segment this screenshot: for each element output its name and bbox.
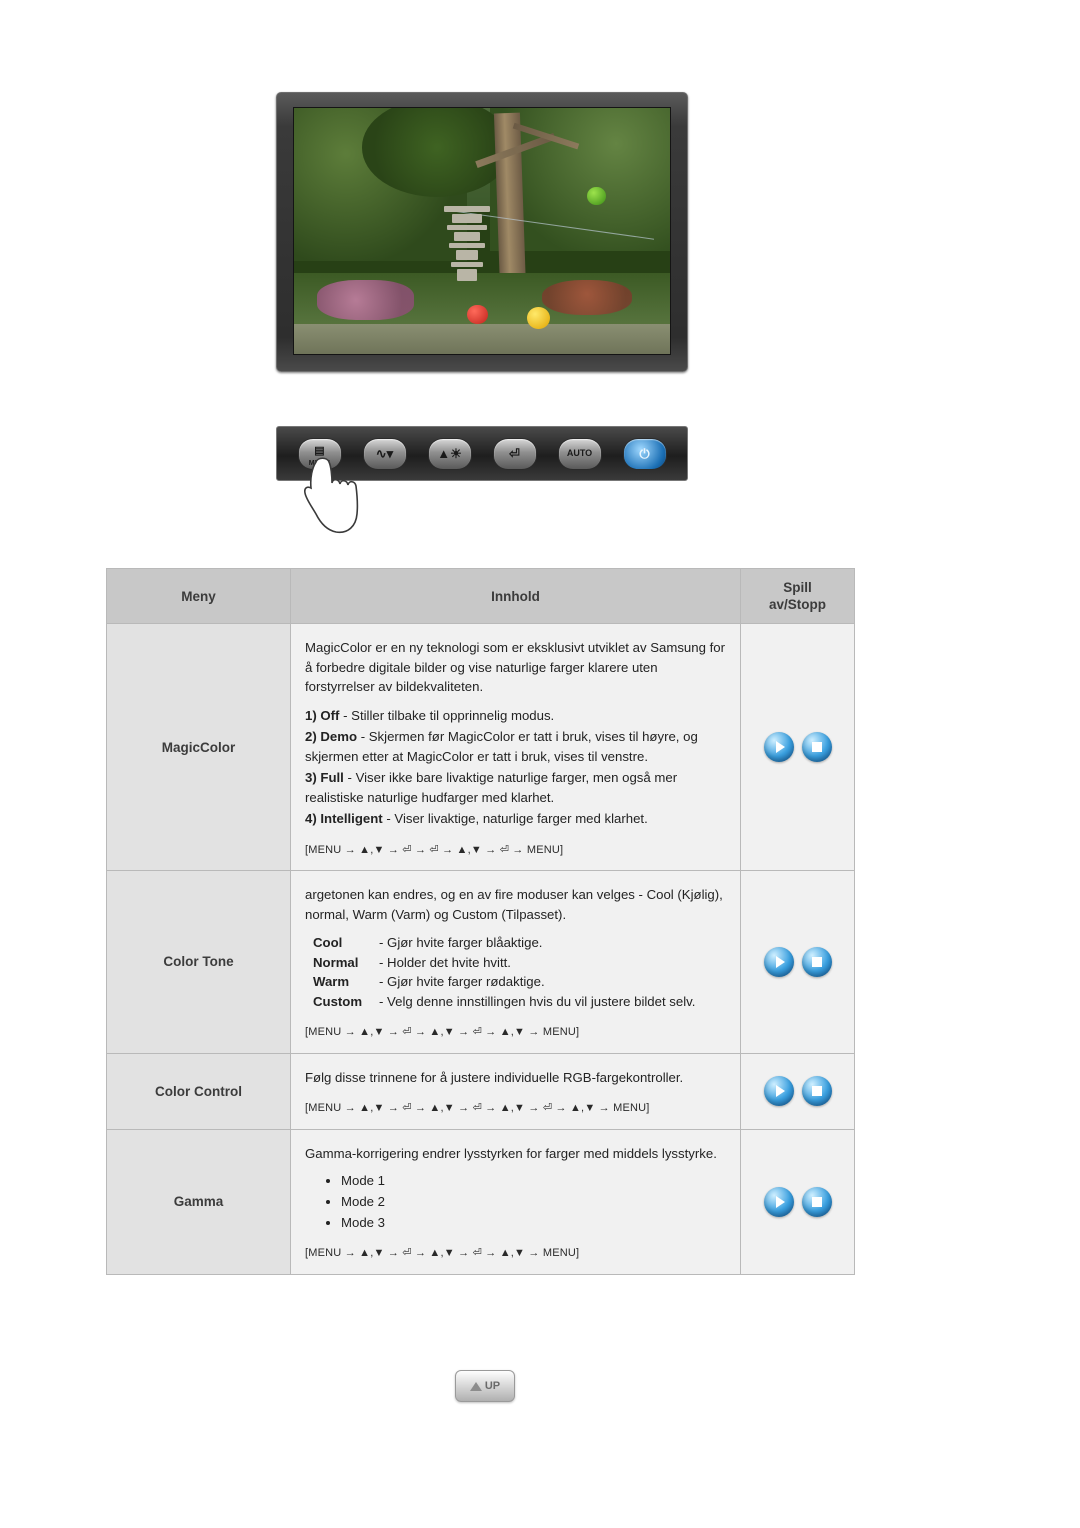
scene-balloon-yellow	[527, 307, 550, 330]
enter-icon: ⏎	[509, 446, 520, 461]
row-label-color-control: Color Control	[106, 1052, 291, 1130]
magiccolor-item-1-label: 1) Off	[305, 707, 340, 723]
magiccolor-item-2: 2) Demo - Skjermen før MagicColor er tat…	[305, 727, 726, 766]
row-content-gamma: Gamma-korrigering endrer lysstyrken for …	[290, 1128, 741, 1275]
colortone-def-cool-name: Cool	[313, 935, 343, 950]
auto-button[interactable]: AUTO	[557, 437, 602, 470]
header-menu: Meny	[106, 568, 291, 624]
table-row: Color Tone argetonen kan endres, og en a…	[106, 870, 855, 1054]
auto-icon: AUTO	[566, 448, 593, 458]
play-icon[interactable]	[763, 732, 794, 762]
magiccolor-item-3: 3) Full - Viser ikke bare livaktige natu…	[305, 768, 726, 807]
row-play-gamma	[740, 1128, 855, 1275]
magiccolor-item-3-text: - Viser ikke bare livaktige naturlige fa…	[305, 770, 678, 805]
gamma-mode-1: Mode 1	[341, 1172, 726, 1190]
colortone-def-normal: Normal - Holder det hvite hvitt.	[305, 953, 726, 973]
scene-balloon-green	[587, 186, 607, 206]
table-header-row: Meny Innhold Spill av/Stopp	[106, 568, 855, 624]
gamma-mode-list: Mode 1 Mode 2 Mode 3	[305, 1172, 726, 1232]
magiccolor-intro: MagicColor er en ny teknologi som er eks…	[305, 640, 725, 694]
gamma-intro: Gamma-korrigering endrer lysstyrken for …	[305, 1145, 717, 1161]
play-icon[interactable]	[763, 1186, 794, 1217]
hand-pointer-illustration	[304, 457, 359, 534]
colortone-intro: argetonen kan endres, og en av fire modu…	[305, 887, 723, 922]
enter-button[interactable]: ⏎	[492, 437, 537, 470]
magiccolor-item-2-text: - Skjermen før MagicColor er tatt i bruk…	[305, 729, 698, 764]
power-icon: ⏻	[639, 446, 650, 461]
scene-flowers-pink	[316, 280, 415, 320]
scene-flowers-red	[542, 280, 633, 315]
table-row: Gamma Gamma-korrigering endrer lysstyrke…	[106, 1128, 855, 1275]
row-label-gamma: Gamma	[106, 1128, 291, 1275]
gamma-mode-2: Mode 2	[341, 1193, 726, 1211]
colortone-def-custom-text: - Velg denne innstillingen hvis du vil j…	[379, 993, 696, 1009]
table-row: Color Control Følg disse trinnene for å …	[106, 1052, 855, 1130]
magiccolor-item-4-label: 4) Intelligent	[305, 811, 383, 826]
header-play: Spill av/Stopp	[740, 568, 855, 624]
row-content-color-control: Følg disse trinnene for å justere indivi…	[290, 1052, 741, 1130]
magiccolor-item-4-text: - Viser livaktige, naturlige farger med …	[382, 811, 648, 826]
magiccolor-key-path: [MENU → ▲,▼ → ⏎ → ⏎ → ▲,▼ → ⏎ → MENU]	[305, 843, 564, 856]
colortone-def-cool-text: - Gjør hvite farger blåaktige.	[379, 935, 543, 950]
monitor-illustration	[276, 92, 688, 372]
colortone-key-path: [MENU → ▲,▼ → ⏎ → ▲,▼ → ⏎ → ▲,▼ → MENU]	[305, 1026, 580, 1038]
header-play-line1: Spill	[783, 580, 812, 595]
brightness-sun-icon: ▲☀	[437, 446, 462, 461]
magiccolor-item-3-label: 3) Full	[305, 770, 344, 785]
colortone-def-warm: Warm - Gjør hvite farger rødaktige.	[305, 972, 726, 992]
stop-icon[interactable]	[801, 732, 832, 762]
row-content-color-tone: argetonen kan endres, og en av fire modu…	[290, 870, 741, 1054]
play-icon[interactable]	[763, 946, 794, 977]
gamma-key-path: [MENU → ▲,▼ → ⏎ → ▲,▼ → ⏎ → ▲,▼ → MENU]	[305, 1247, 580, 1259]
play-icon[interactable]	[763, 1076, 794, 1106]
colorcontrol-key-path: [MENU → ▲,▼ → ⏎ → ▲,▼ → ⏎ → ▲,▼ → ⏎ → ▲,…	[305, 1102, 650, 1114]
stop-icon[interactable]	[801, 1186, 832, 1217]
row-content-magiccolor: MagicColor er en ny teknologi som er eks…	[290, 623, 741, 871]
header-content: Innhold	[290, 568, 741, 624]
magiccolor-item-4: 4) Intelligent - Viser livaktige, naturl…	[305, 809, 726, 829]
up-arrow-icon	[469, 1381, 482, 1391]
up-button-label: UP	[484, 1380, 501, 1392]
colortone-def-custom-name: Custom	[313, 993, 363, 1009]
gamma-mode-3: Mode 3	[341, 1214, 726, 1232]
colortone-def-warm-text: - Gjør hvite farger rødaktige.	[379, 974, 545, 989]
stop-icon[interactable]	[801, 946, 832, 977]
stop-icon[interactable]	[801, 1076, 832, 1106]
row-play-magiccolor	[740, 623, 855, 871]
row-label-color-tone: Color Tone	[106, 870, 291, 1054]
colortone-def-cool: Cool - Gjør hvite farger blåaktige.	[305, 933, 726, 953]
colorcontrol-intro: Følg disse trinnene for å justere indivi…	[305, 1069, 684, 1085]
magiccolor-item-2-label: 2) Demo	[305, 729, 358, 744]
colortone-def-normal-name: Normal	[313, 954, 359, 970]
monitor-bezel	[276, 92, 688, 372]
source-wave-icon: ∿▾	[375, 446, 394, 461]
header-play-line2: av/Stopp	[768, 597, 826, 612]
scene-path	[294, 324, 670, 354]
colortone-def-warm-name: Warm	[313, 974, 350, 989]
table-row: MagicColor MagicColor er en ny teknologi…	[106, 623, 855, 871]
row-label-magiccolor: MagicColor	[106, 623, 291, 871]
row-play-color-control	[740, 1052, 855, 1130]
power-button[interactable]: ⏻	[622, 437, 667, 470]
row-play-color-tone	[740, 870, 855, 1054]
magiccolor-item-1: 1) Off - Stiller tilbake til opprinnelig…	[305, 706, 726, 726]
scene-balloon-red	[466, 304, 488, 325]
source-button[interactable]: ∿▾	[362, 437, 407, 470]
scroll-to-top-button[interactable]: UP	[455, 1370, 515, 1402]
colortone-def-custom: Custom - Velg denne innstillingen hvis d…	[305, 992, 726, 1012]
magiccolor-item-1-text: - Stiller tilbake til opprinnelig modus.	[339, 707, 555, 723]
monitor-screen	[293, 107, 671, 355]
colortone-def-normal-text: - Holder det hvite hvitt.	[379, 954, 511, 970]
scene-stone-pagoda	[444, 206, 490, 290]
brightness-button[interactable]: ▲☀	[427, 437, 472, 470]
osd-menu-table: Meny Innhold Spill av/Stopp MagicColor M…	[106, 568, 855, 1275]
